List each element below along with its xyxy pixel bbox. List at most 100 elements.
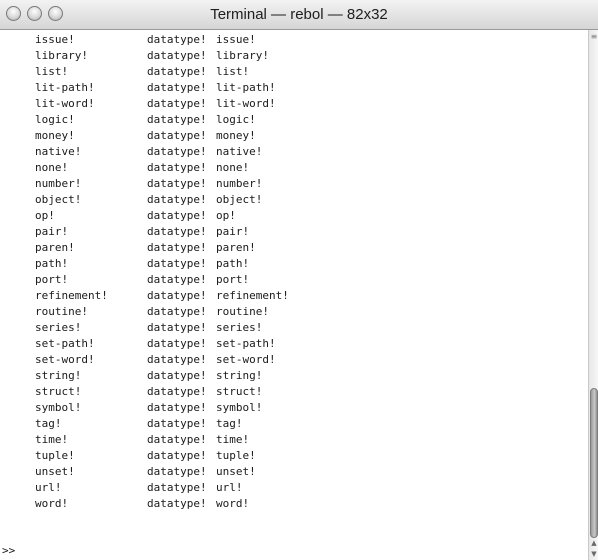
datatype-name: url! xyxy=(35,481,62,494)
datatype-type: datatype! xyxy=(147,161,207,174)
output-line: symbol! datatype! symbol! xyxy=(0,400,580,416)
datatype-value: logic! xyxy=(216,113,256,126)
datatype-type: datatype! xyxy=(147,417,207,430)
datatype-value: list! xyxy=(216,65,250,78)
output-line: unset! datatype! unset! xyxy=(0,464,580,480)
scroll-down-icon[interactable]: ▼ xyxy=(590,549,598,560)
datatype-value: url! xyxy=(216,481,243,494)
datatype-type: datatype! xyxy=(147,401,207,414)
scroll-arrows[interactable]: ▲ ▼ xyxy=(590,538,598,560)
datatype-value: object! xyxy=(216,193,263,206)
datatype-value: set-word! xyxy=(216,353,276,366)
datatype-type: datatype! xyxy=(147,33,207,46)
output-line: set-word! datatype! set-word! xyxy=(0,352,580,368)
output-line: object! datatype! object! xyxy=(0,192,580,208)
datatype-name: refinement! xyxy=(35,289,108,302)
datatype-value: series! xyxy=(216,321,263,334)
output-line: lit-word! datatype! lit-word! xyxy=(0,96,580,112)
output-line: number! datatype! number! xyxy=(0,176,580,192)
datatype-name: series! xyxy=(35,321,82,334)
datatype-value: string! xyxy=(216,369,263,382)
datatype-type: datatype! xyxy=(147,129,207,142)
datatype-value: native! xyxy=(216,145,263,158)
datatype-value: word! xyxy=(216,497,250,510)
datatype-type: datatype! xyxy=(147,241,207,254)
datatype-type: datatype! xyxy=(147,225,207,238)
datatype-name: paren! xyxy=(35,241,75,254)
scroll-up-icon[interactable]: ▲ xyxy=(590,538,598,549)
output-line: native! datatype! native! xyxy=(0,144,580,160)
datatype-type: datatype! xyxy=(147,257,207,270)
terminal-output[interactable]: issue! datatype! issue! library! datatype! li… xyxy=(0,30,588,560)
datatype-name: set-word! xyxy=(35,353,95,366)
datatype-name: tuple! xyxy=(35,449,75,462)
datatype-value: lit-word! xyxy=(216,97,276,110)
datatype-name: port! xyxy=(35,273,69,286)
datatype-name: none! xyxy=(35,161,69,174)
datatype-value: set-path! xyxy=(216,337,276,350)
title-bar[interactable]: Terminal — rebol — 82x32 xyxy=(0,0,598,30)
datatype-name: logic! xyxy=(35,113,75,126)
datatype-name: native! xyxy=(35,145,82,158)
datatype-value: path! xyxy=(216,257,250,270)
output-line: string! datatype! string! xyxy=(0,368,580,384)
datatype-name: path! xyxy=(35,257,69,270)
datatype-value: number! xyxy=(216,177,263,190)
output-line: struct! datatype! struct! xyxy=(0,384,580,400)
datatype-type: datatype! xyxy=(147,433,207,446)
datatype-type: datatype! xyxy=(147,145,207,158)
output-lines: issue! datatype! issue! library! datatype! li… xyxy=(0,32,580,512)
scroll-thumb[interactable] xyxy=(590,388,598,538)
datatype-type: datatype! xyxy=(147,177,207,190)
datatype-type: datatype! xyxy=(147,49,207,62)
command-prompt[interactable]: >> xyxy=(2,543,15,559)
datatype-type: datatype! xyxy=(147,97,207,110)
datatype-name: object! xyxy=(35,193,82,206)
vertical-scrollbar[interactable]: ≡ ▲ ▼ xyxy=(588,30,598,560)
datatype-value: op! xyxy=(216,209,236,222)
output-line: refinement! datatype! refinement! xyxy=(0,288,580,304)
output-line: routine! datatype! routine! xyxy=(0,304,580,320)
datatype-name: lit-word! xyxy=(35,97,95,110)
datatype-type: datatype! xyxy=(147,385,207,398)
output-line: library! datatype! library! xyxy=(0,48,580,64)
output-line: list! datatype! list! xyxy=(0,64,580,80)
datatype-type: datatype! xyxy=(147,209,207,222)
datatype-name: pair! xyxy=(35,225,69,238)
datatype-value: symbol! xyxy=(216,401,263,414)
datatype-type: datatype! xyxy=(147,369,207,382)
datatype-type: datatype! xyxy=(147,337,207,350)
datatype-name: set-path! xyxy=(35,337,95,350)
datatype-type: datatype! xyxy=(147,65,207,78)
datatype-name: symbol! xyxy=(35,401,82,414)
output-line: logic! datatype! logic! xyxy=(0,112,580,128)
output-line: path! datatype! path! xyxy=(0,256,580,272)
datatype-type: datatype! xyxy=(147,353,207,366)
datatype-value: unset! xyxy=(216,465,256,478)
datatype-name: library! xyxy=(35,49,88,62)
output-line: lit-path! datatype! lit-path! xyxy=(0,80,580,96)
datatype-value: lit-path! xyxy=(216,81,276,94)
datatype-name: issue! xyxy=(35,33,75,46)
datatype-name: struct! xyxy=(35,385,82,398)
output-line: series! datatype! series! xyxy=(0,320,580,336)
window-title: Terminal — rebol — 82x32 xyxy=(210,6,388,23)
datatype-name: string! xyxy=(35,369,82,382)
datatype-type: datatype! xyxy=(147,321,207,334)
output-line: tag! datatype! tag! xyxy=(0,416,580,432)
datatype-name: time! xyxy=(35,433,69,446)
datatype-value: tag! xyxy=(216,417,243,430)
datatype-value: pair! xyxy=(216,225,250,238)
datatype-value: routine! xyxy=(216,305,269,318)
datatype-name: tag! xyxy=(35,417,62,430)
datatype-value: port! xyxy=(216,273,250,286)
datatype-type: datatype! xyxy=(147,193,207,206)
datatype-value: none! xyxy=(216,161,250,174)
datatype-value: tuple! xyxy=(216,449,256,462)
datatype-value: money! xyxy=(216,129,256,142)
datatype-name: op! xyxy=(35,209,55,222)
datatype-name: routine! xyxy=(35,305,88,318)
output-line: none! datatype! none! xyxy=(0,160,580,176)
output-line: paren! datatype! paren! xyxy=(0,240,580,256)
terminal-window: Terminal — rebol — 82x32 issue! datatype!… xyxy=(0,0,598,560)
